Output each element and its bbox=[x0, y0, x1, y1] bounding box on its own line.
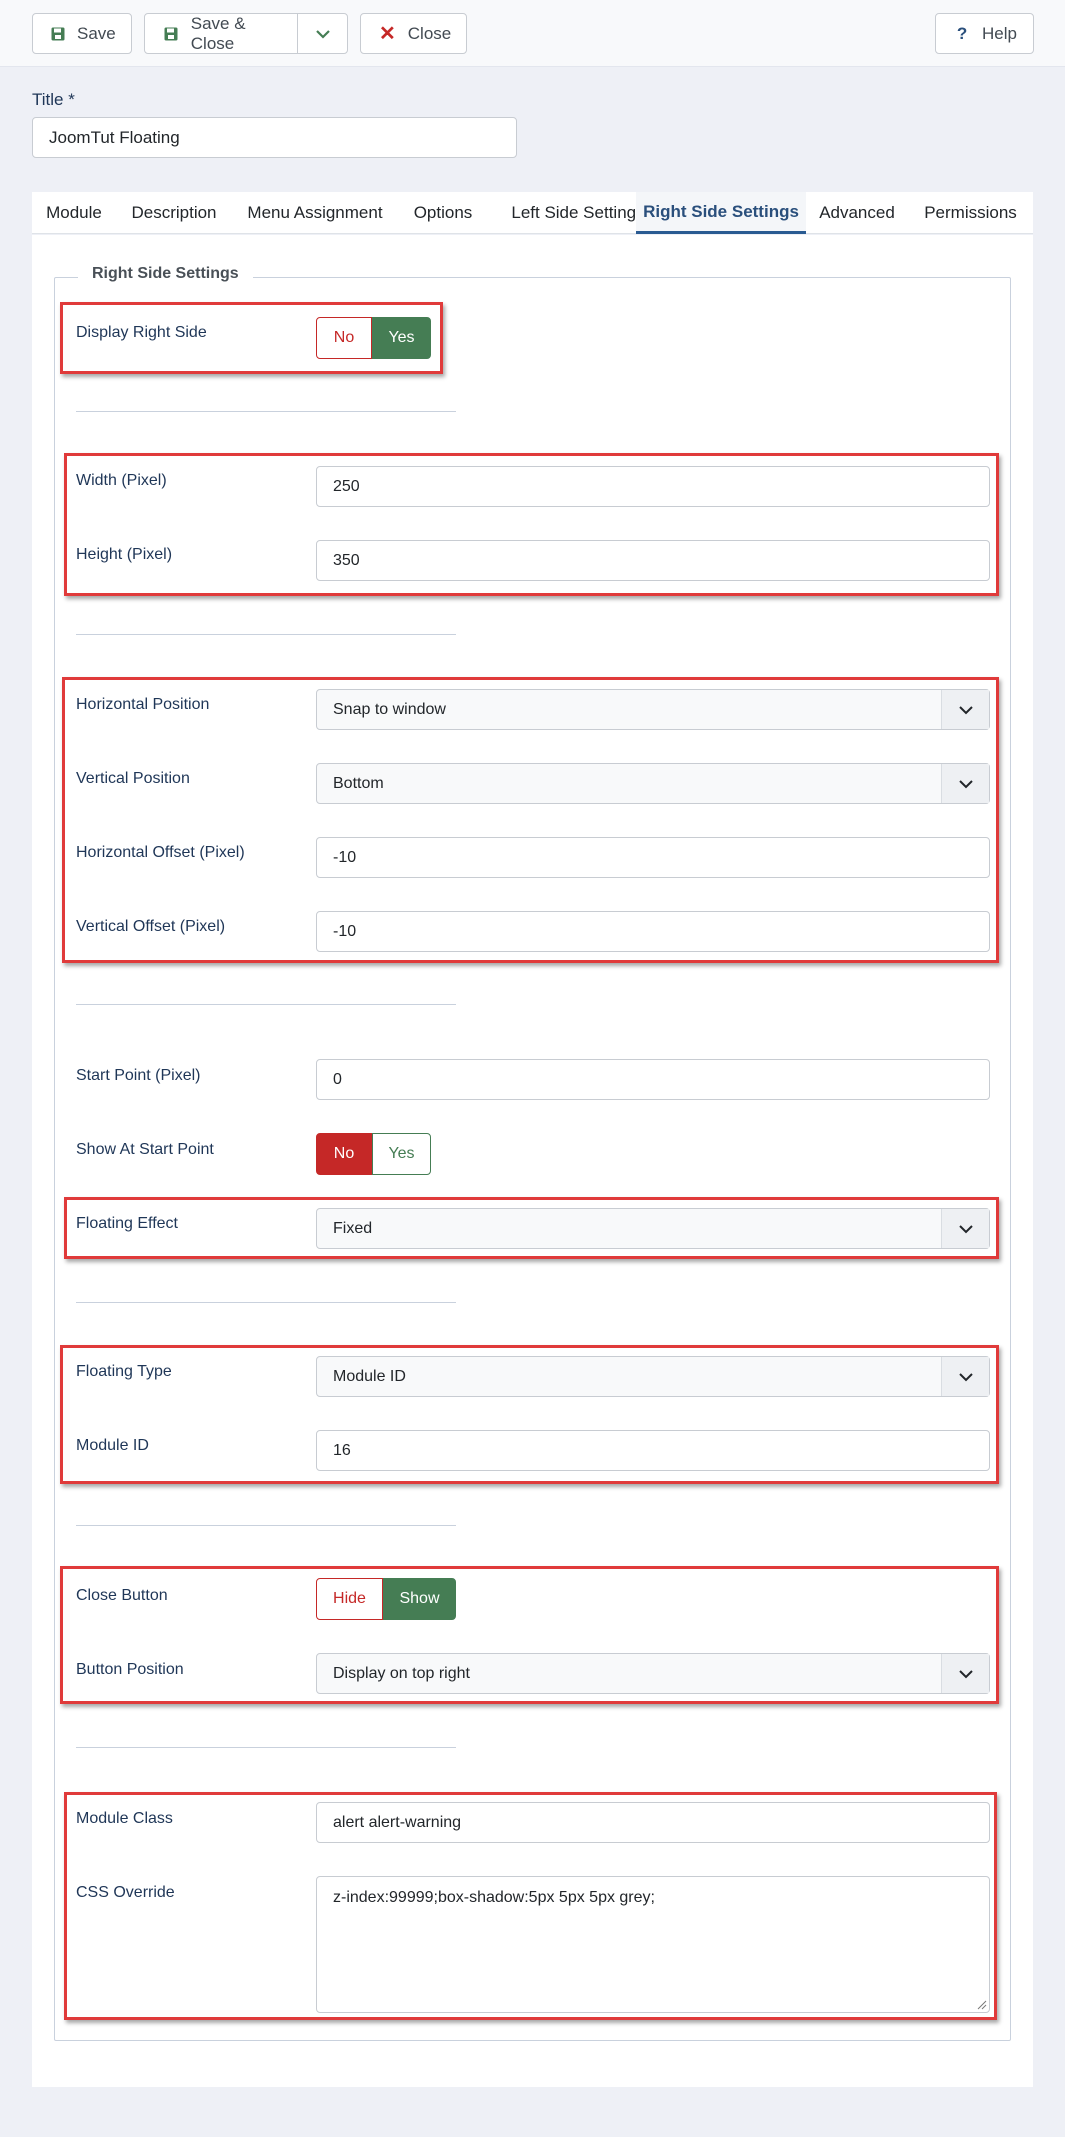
show-at-start-point-label: Show At Start Point bbox=[76, 1141, 214, 1158]
highlight-box bbox=[62, 677, 999, 963]
tab-bar: Module Description Menu Assignment Optio… bbox=[32, 192, 1033, 234]
highlight-box bbox=[64, 453, 999, 596]
highlight-box bbox=[60, 1566, 999, 1704]
question-icon: ? bbox=[956, 23, 968, 43]
tab-permissions[interactable]: Permissions bbox=[908, 192, 1033, 234]
highlight-box bbox=[60, 302, 443, 374]
fieldset-legend: Right Side Settings bbox=[78, 265, 253, 283]
tab-description[interactable]: Description bbox=[116, 192, 232, 234]
show-at-start-point-no[interactable]: No bbox=[316, 1133, 372, 1175]
start-point-input[interactable]: 0 bbox=[316, 1059, 990, 1100]
highlight-box bbox=[60, 1345, 999, 1484]
save-dropdown-toggle[interactable] bbox=[297, 13, 348, 54]
close-button[interactable]: ✕ Close bbox=[360, 13, 467, 54]
save-button[interactable]: Save bbox=[32, 13, 132, 54]
show-at-start-point-yes[interactable]: Yes bbox=[372, 1133, 431, 1175]
chevron-down-icon bbox=[314, 25, 332, 43]
tab-advanced[interactable]: Advanced bbox=[806, 192, 908, 234]
show-at-start-point-switch: No Yes bbox=[316, 1133, 431, 1175]
title-input[interactable]: JoomTut Floating bbox=[32, 117, 517, 158]
tab-menu-assignment[interactable]: Menu Assignment bbox=[232, 192, 398, 234]
start-point-label: Start Point (Pixel) bbox=[76, 1067, 201, 1084]
tab-right-side-settings[interactable]: Right Side Settings bbox=[636, 192, 806, 234]
floppy-disk-icon bbox=[163, 25, 179, 43]
highlight-box bbox=[64, 1792, 997, 2020]
tab-options[interactable]: Options bbox=[398, 192, 488, 234]
close-icon: ✕ bbox=[379, 22, 396, 45]
floppy-disk-icon bbox=[51, 25, 65, 43]
divider bbox=[76, 1525, 456, 1526]
divider bbox=[76, 1004, 456, 1005]
title-label: Title * bbox=[32, 90, 75, 109]
save-close-button[interactable]: Save & Close bbox=[144, 13, 298, 54]
save-close-label: Save & Close bbox=[190, 13, 246, 53]
highlight-box bbox=[64, 1197, 999, 1259]
tab-module[interactable]: Module bbox=[32, 192, 116, 234]
help-label: Help bbox=[982, 23, 1017, 43]
help-button[interactable]: ? Help bbox=[935, 13, 1034, 54]
divider bbox=[76, 1747, 456, 1748]
divider bbox=[76, 411, 456, 412]
close-label: Close bbox=[407, 23, 452, 43]
toolbar: Save Save & Close ✕ Close ? Help bbox=[0, 0, 1065, 67]
divider bbox=[76, 1302, 456, 1303]
divider bbox=[76, 634, 456, 635]
save-label: Save bbox=[77, 23, 116, 43]
